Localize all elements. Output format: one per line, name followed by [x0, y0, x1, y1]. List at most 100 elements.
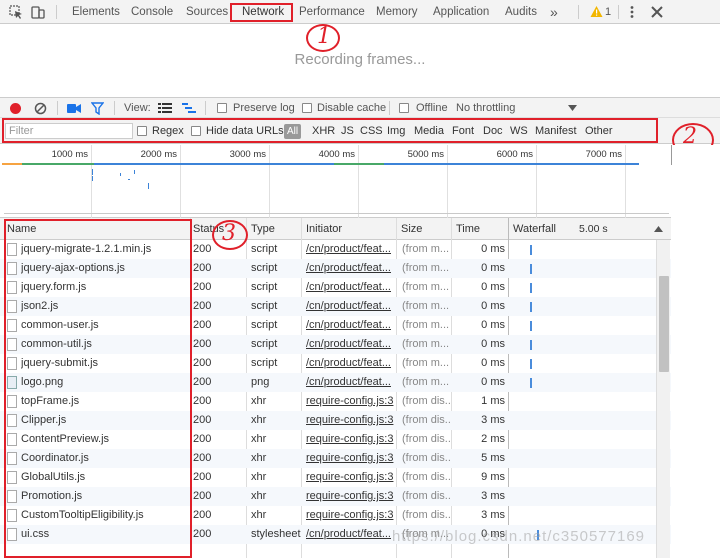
waterfall-bar: [530, 340, 532, 350]
request-status: 200: [193, 357, 212, 369]
offline-checkbox[interactable]: [399, 103, 409, 113]
tab-memory[interactable]: Memory: [376, 0, 418, 24]
request-initiator[interactable]: require-config.js:3: [306, 487, 394, 506]
clear-icon[interactable]: [34, 102, 47, 115]
column-header-time[interactable]: Time: [451, 218, 480, 240]
waterfall-bar: [530, 321, 532, 331]
overview-activity-graph: [2, 163, 669, 214]
disable-cache-checkbox[interactable]: [302, 103, 312, 113]
request-initiator[interactable]: require-config.js:3: [306, 411, 394, 430]
kebab-menu-icon[interactable]: [624, 4, 640, 20]
request-size: (from m...: [402, 338, 450, 350]
request-initiator[interactable]: require-config.js:3: [306, 430, 394, 449]
request-time: 0 ms: [481, 300, 505, 312]
warning-count[interactable]: 1: [605, 0, 611, 24]
request-size: (from m...: [402, 243, 450, 255]
request-status: 200: [193, 452, 212, 464]
request-status: 200: [193, 490, 212, 502]
request-size: (from dis...: [402, 395, 450, 407]
request-time: 2 ms: [481, 433, 505, 445]
chevron-down-icon[interactable]: [568, 105, 577, 111]
request-status: 200: [193, 395, 212, 407]
table-scrollbar[interactable]: [656, 240, 670, 558]
request-time: 5 ms: [481, 452, 505, 464]
preserve-log-checkbox[interactable]: [217, 103, 227, 113]
request-initiator[interactable]: require-config.js:3: [306, 449, 394, 468]
request-initiator[interactable]: /cn/product/feat...: [306, 335, 394, 354]
request-status: 200: [193, 414, 212, 426]
waterfall-bar: [530, 283, 532, 293]
annotation-number-3: 3: [222, 221, 236, 246]
request-size: (from m...: [402, 262, 450, 274]
request-initiator[interactable]: require-config.js:3: [306, 506, 394, 525]
request-initiator[interactable]: /cn/product/feat...: [306, 373, 394, 392]
request-initiator[interactable]: /cn/product/feat...: [306, 240, 394, 259]
device-toolbar-icon[interactable]: [30, 4, 46, 20]
close-icon[interactable]: [649, 4, 665, 20]
screenshot-camera-icon[interactable]: [67, 103, 81, 114]
request-type: script: [251, 319, 278, 331]
request-status: 200: [193, 262, 212, 274]
request-time: 0 ms: [481, 376, 505, 388]
tab-console[interactable]: Console: [131, 0, 173, 24]
recording-frames-text: Recording frames...: [294, 51, 426, 68]
large-rows-icon[interactable]: [158, 103, 172, 113]
overview-right-gutter: [671, 145, 720, 218]
request-initiator[interactable]: /cn/product/feat...: [306, 354, 394, 373]
inspect-element-icon[interactable]: [8, 4, 24, 20]
tab-audits[interactable]: Audits: [505, 0, 537, 24]
overview-waterfall-icon[interactable]: [182, 103, 196, 113]
request-time: 0 ms: [481, 281, 505, 293]
tab-performance[interactable]: Performance: [299, 0, 365, 24]
request-time: 3 ms: [481, 490, 505, 502]
request-type: script: [251, 357, 278, 369]
waterfall-bar: [530, 378, 532, 388]
request-time: 0 ms: [481, 262, 505, 274]
more-tabs-button[interactable]: »: [550, 0, 558, 24]
sort-ascending-icon[interactable]: [654, 226, 663, 232]
network-toolbar: View: Preserve log Disable cache Offline…: [0, 97, 720, 118]
column-header-initiator[interactable]: Initiator: [301, 218, 342, 240]
waterfall-bar: [530, 359, 532, 369]
request-initiator[interactable]: /cn/product/feat...: [306, 316, 394, 335]
request-time: 9 ms: [481, 471, 505, 483]
column-header-size[interactable]: Size: [396, 218, 422, 240]
request-initiator[interactable]: /cn/product/feat...: [306, 278, 394, 297]
request-type: xhr: [251, 490, 267, 502]
waterfall-bar: [530, 245, 532, 255]
request-status: 200: [193, 376, 212, 388]
devtools-tab-bar: Elements Console Sources Network Perform…: [0, 0, 720, 24]
tab-elements[interactable]: Elements: [72, 0, 120, 24]
request-size: (from m...: [402, 300, 450, 312]
request-type: xhr: [251, 414, 267, 426]
request-type: xhr: [251, 452, 267, 464]
request-status: 200: [193, 319, 212, 331]
request-initiator[interactable]: /cn/product/feat...: [306, 297, 394, 316]
warning-icon[interactable]: [590, 5, 603, 18]
record-button-icon[interactable]: [9, 102, 22, 115]
request-size: (from dis...: [402, 471, 450, 483]
request-size: (from m...: [402, 376, 450, 388]
throttling-select[interactable]: No throttling: [456, 98, 515, 118]
watermark-text: https://blog.csdn.net/c350577169: [392, 528, 646, 545]
request-time: 1 ms: [481, 395, 505, 407]
column-header-type[interactable]: Type: [246, 218, 275, 240]
tab-application[interactable]: Application: [433, 0, 489, 24]
request-status: 200: [193, 528, 212, 540]
request-initiator[interactable]: require-config.js:3: [306, 468, 394, 487]
request-type: script: [251, 300, 278, 312]
request-initiator[interactable]: /cn/product/feat...: [306, 259, 394, 278]
tab-sources[interactable]: Sources: [186, 0, 228, 24]
request-initiator[interactable]: require-config.js:3: [306, 392, 394, 411]
filter-funnel-icon[interactable]: [91, 102, 104, 115]
request-time: 0 ms: [481, 338, 505, 350]
request-status: 200: [193, 281, 212, 293]
annotation-box-name-column: [4, 219, 192, 558]
request-size: (from m...: [402, 281, 450, 293]
request-time: 0 ms: [481, 357, 505, 369]
request-status: 200: [193, 509, 212, 521]
scrollbar-thumb[interactable]: [659, 276, 669, 372]
timeline-overview[interactable]: 1000 ms 2000 ms 3000 ms 4000 ms 5000 ms …: [0, 145, 671, 218]
request-initiator[interactable]: /cn/product/feat...: [306, 525, 394, 544]
column-header-waterfall[interactable]: Waterfall: [508, 218, 556, 240]
